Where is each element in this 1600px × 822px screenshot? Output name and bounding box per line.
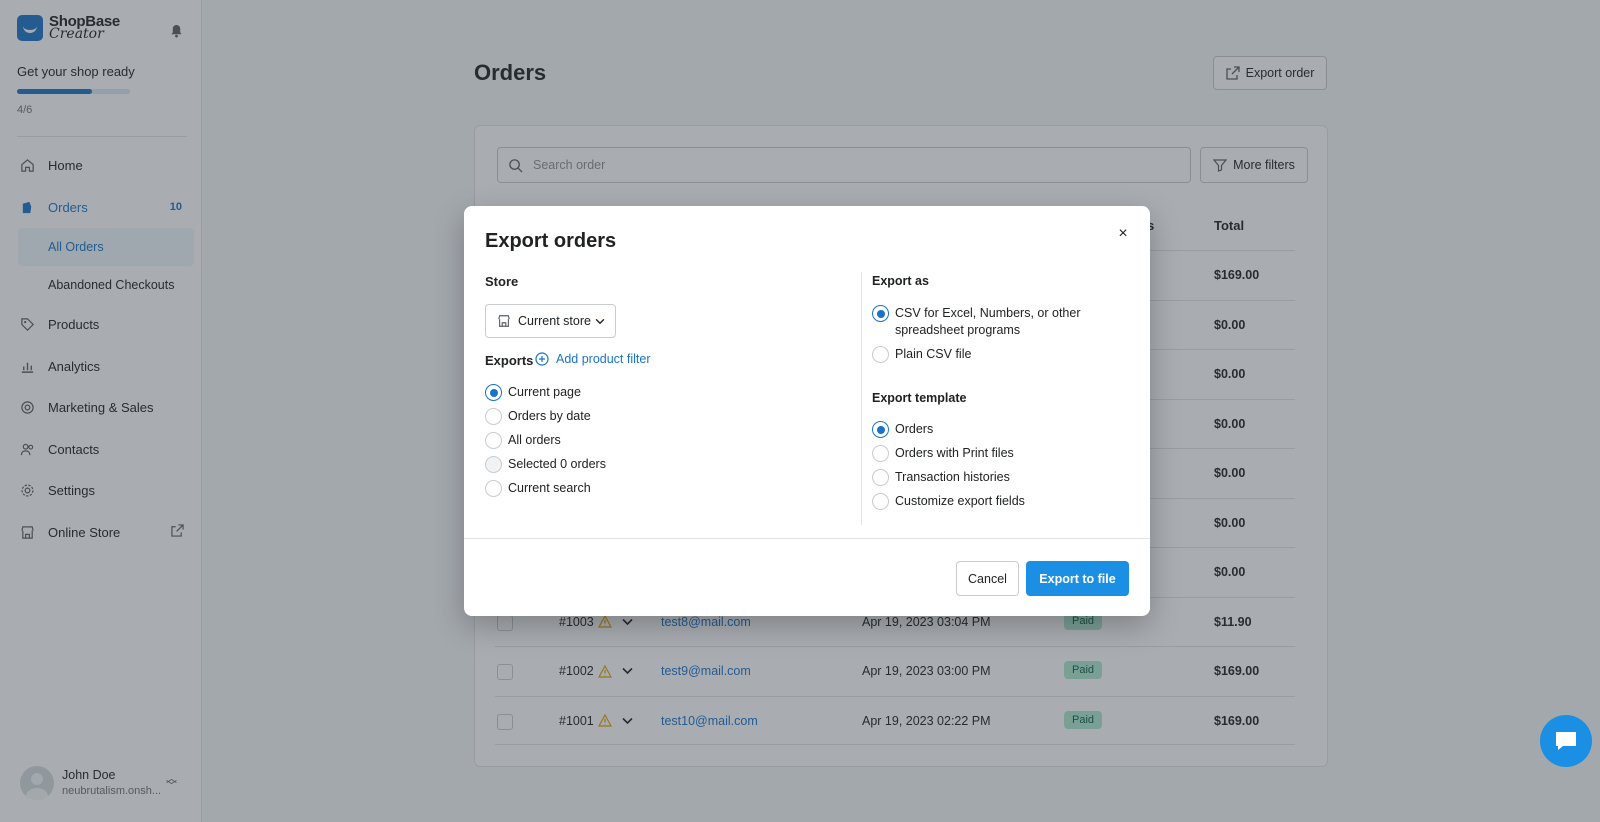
radio-template-custom-fields[interactable]: Customize export fields [872,493,1025,510]
radio-button[interactable] [872,445,889,462]
exports-label: Exports [485,353,534,368]
store-icon [497,314,511,328]
radio-label: All orders [508,433,561,447]
store-select-value: Current store [518,314,591,328]
export-template-label: Export template [872,391,967,405]
radio-current-page[interactable]: Current page [485,384,581,401]
radio-template-print-files[interactable]: Orders with Print files [872,445,1014,462]
chevron-down-icon [595,318,605,325]
radio-label: Selected 0 orders [508,457,606,471]
radio-button[interactable] [485,432,502,449]
store-label: Store [485,274,519,289]
radio-template-transactions[interactable]: Transaction histories [872,469,1010,486]
export-to-file-button[interactable]: Export to file [1026,561,1129,596]
radio-button[interactable] [485,480,502,497]
radio-button[interactable] [485,384,502,401]
radio-label: Transaction histories [895,470,1010,484]
radio-label: Current page [508,385,581,399]
radio-button [485,456,502,473]
radio-label: Orders [895,422,934,436]
radio-label: Orders by date [508,409,591,423]
radio-label: CSV for Excel, Numbers, or other spreads… [895,306,1081,337]
chat-icon [1556,732,1576,750]
modal-footer-divider [464,538,1150,539]
radio-button[interactable] [872,469,889,486]
add-product-filter-label: Add product filter [556,352,651,366]
radio-button[interactable] [872,493,889,510]
radio-button[interactable] [872,305,889,322]
radio-plain-csv[interactable]: Plain CSV file [872,346,971,363]
export-as-label: Export as [872,274,929,288]
modal-title: Export orders [485,230,617,252]
plus-circle-icon [535,352,549,366]
add-product-filter-link[interactable]: Add product filter [535,352,651,366]
radio-label: Customize export fields [895,494,1025,508]
column-divider [861,272,862,525]
close-icon[interactable]: × [1113,224,1133,244]
radio-orders-by-date[interactable]: Orders by date [485,408,591,425]
radio-template-orders[interactable]: Orders [872,421,933,438]
radio-button[interactable] [485,408,502,425]
chat-support-button[interactable] [1540,715,1592,767]
radio-csv-excel[interactable]: CSV for Excel, Numbers, or other spreads… [872,305,1092,339]
radio-button[interactable] [872,421,889,438]
cancel-button[interactable]: Cancel [956,561,1019,596]
store-select[interactable]: Current store [485,304,616,338]
radio-label: Plain CSV file [895,347,972,361]
radio-label: Current search [508,481,591,495]
radio-all-orders[interactable]: All orders [485,432,561,449]
export-orders-modal: Export orders × Store Current store Expo… [464,206,1150,616]
radio-button[interactable] [872,346,889,363]
radio-current-search[interactable]: Current search [485,480,591,497]
radio-label: Orders with Print files [895,446,1014,460]
radio-selected-orders: Selected 0 orders [485,456,606,473]
